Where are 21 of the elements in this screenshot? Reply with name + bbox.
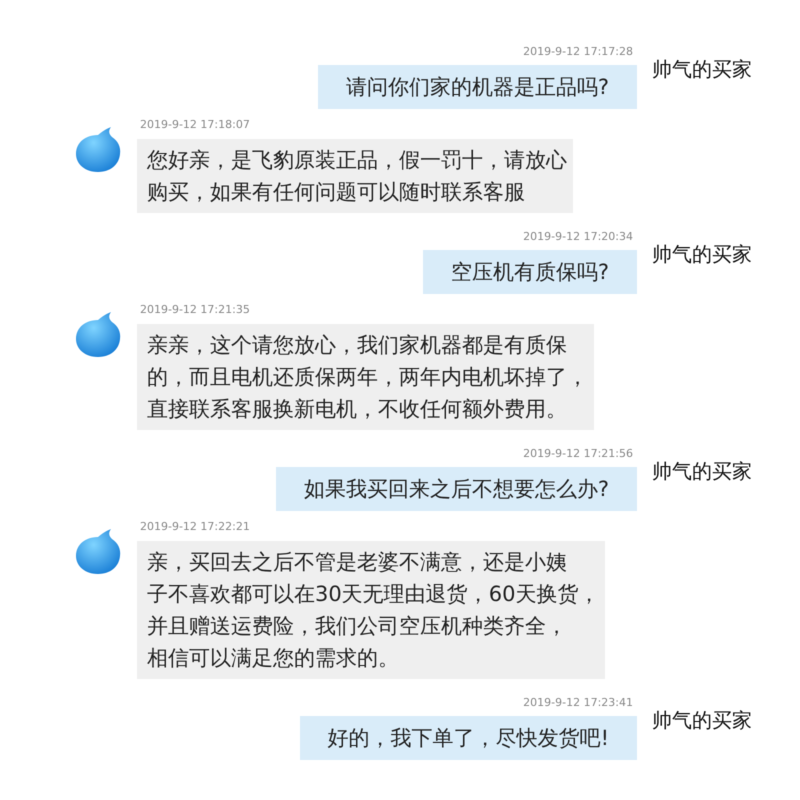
timestamp: 2019-9-12 17:23:41 (523, 695, 634, 711)
message-text: 您好亲，是飞豹原装正品，假一罚十，请放心 购买，如果有任何问题可以随时联系客服 (147, 147, 567, 206)
avatar-icon (75, 312, 121, 358)
message-text: 请问你们家的机器是正品吗? (346, 74, 609, 100)
timestamp: 2019-9-12 17:21:56 (523, 446, 634, 462)
timestamp: 2019-9-12 17:20:34 (523, 229, 634, 245)
timestamp: 2019-9-12 17:18:07 (139, 116, 250, 132)
timestamp: 2019-9-12 17:17:28 (523, 44, 634, 60)
message-text: 亲，买回去之后不管是老婆不满意，还是小姨 子不喜欢都可以在30天无理由退货，60天换货， 并且赠送运费险，我们公司空压机种类齐全， 相信可以满足您的需求的。 (147, 549, 600, 672)
sender-name: 帅气的买家 (652, 56, 752, 83)
sender-name: 帅气的买家 (652, 707, 752, 734)
sender-name: 帅气的买家 (652, 241, 752, 268)
timestamp: 2019-9-12 17:22:21 (139, 518, 250, 534)
timestamp: 2019-9-12 17:21:35 (139, 302, 250, 318)
sender-name: 帅气的买家 (652, 458, 752, 485)
message-text: 空压机有质保吗? (450, 258, 609, 286)
message-text: 亲亲，这个请您放心，我们家机器都是有质保 的，而且电机还质保两年，两年内电机坏掉了， 直接联系客服换新电机，不收任何额外费用。 (147, 332, 588, 423)
avatar-icon (75, 528, 121, 574)
avatar-icon (75, 126, 121, 172)
message-text: 如果我买回来之后不想要怎么办? (304, 476, 609, 502)
message-text: 好的，我下单了，尽快发货吧! (328, 724, 609, 752)
